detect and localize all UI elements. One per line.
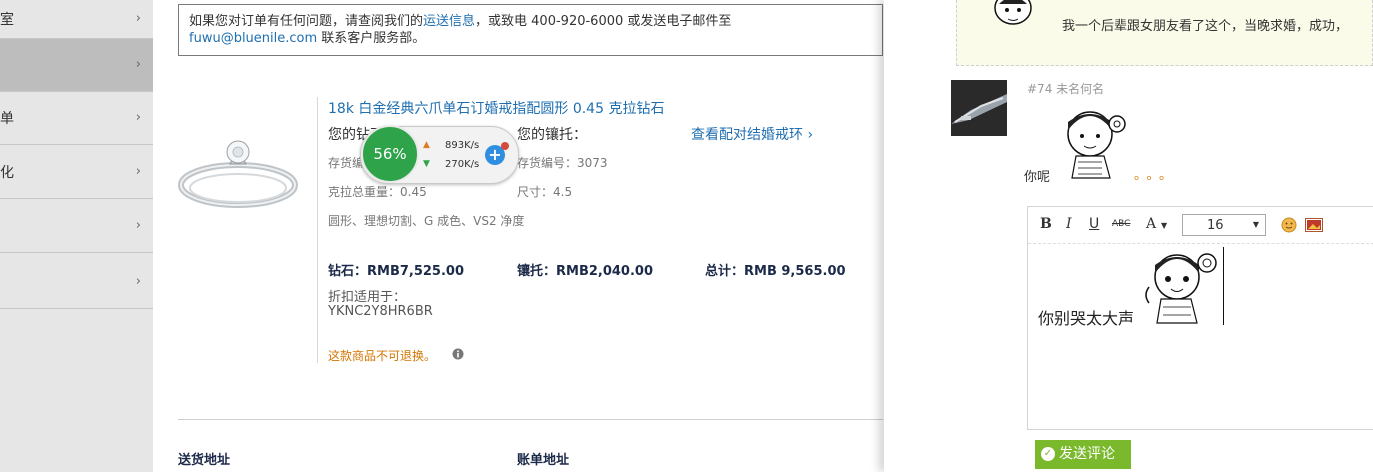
diamond-specs: 圆形、理想切割、G 成色、VS2 净度 — [328, 214, 525, 228]
underline-icon[interactable]: U — [1089, 216, 1099, 232]
chevron-right-icon: › — [135, 57, 141, 73]
section-divider — [178, 419, 883, 420]
editor-toolbar: B I U ABC A ▼ 16 ▼ — [1028, 207, 1373, 244]
sidebar-item-4[interactable]: 化 › — [0, 146, 153, 199]
font-size-value: 16 — [1207, 218, 1224, 233]
font-color-icon[interactable]: A — [1146, 216, 1156, 232]
bold-icon[interactable]: B — [1040, 216, 1052, 232]
notice-text: 联系客户服务部。 — [317, 31, 426, 46]
ring-size: 尺寸：4.5 — [517, 185, 573, 199]
sidebar-item-2[interactable]: › — [0, 39, 153, 92]
matching-band-link[interactable]: 查看配对结婚戒环 › — [691, 124, 813, 144]
editor-text: 你别哭太大声 — [1038, 309, 1135, 328]
check-icon: ✓ — [1041, 447, 1055, 461]
billing-address-heading: 账单地址 — [517, 453, 570, 468]
speed-percent: 56% — [361, 125, 419, 183]
chevron-right-icon: › — [135, 11, 141, 27]
comment-text: 你呢 — [1024, 170, 1051, 185]
sticker-image — [1145, 253, 1217, 324]
download-arrow-icon: ▼ — [423, 159, 430, 169]
help-notice: 如果您对订单有任何问题，请查阅我们的运送信息，或致电 400-920-6000 … — [178, 4, 883, 56]
image-icon[interactable] — [1305, 218, 1323, 232]
upload-speed: 893K/s — [445, 140, 480, 151]
comment-dots: 。。。 — [1134, 168, 1179, 183]
notice-text: 如果您对订单有任何问题，请查阅我们的 — [189, 14, 424, 29]
setting-price: 镶托：RMB2,040.00 — [517, 264, 654, 279]
ring-image[interactable] — [178, 130, 300, 214]
setting-stock-number: 存货编号：3073 — [517, 156, 608, 170]
info-icon[interactable] — [452, 348, 464, 360]
sidebar-item-label: 室 — [0, 12, 14, 29]
network-speed-widget[interactable]: 56% ▲ 893K/s ▼ 270K/s + — [360, 125, 519, 184]
notification-dot — [501, 142, 509, 150]
quoted-comment: 我一个后辈跟女朋友看了这个，当晚求婚，成功， — [956, 0, 1373, 66]
notice-text: ，或致电 400-920-6000 或发送电子邮件至 — [475, 14, 732, 29]
item-divider — [317, 97, 318, 363]
no-exchange-note: 这款商品不可退换。 — [328, 349, 437, 363]
sticker-image — [994, 0, 1032, 25]
sidebar-item-label: 单 — [0, 111, 14, 127]
sidebar-item-1[interactable]: 室 › — [0, 0, 153, 39]
email-link[interactable]: fuwu@bluenile.com — [189, 31, 317, 46]
sidebar-item-label: 化 — [0, 165, 14, 181]
sidebar-item-3[interactable]: 单 › — [0, 92, 153, 145]
shipping-info-link[interactable]: 运送信息 — [423, 14, 475, 29]
chevron-right-icon: › — [135, 110, 141, 126]
carat-weight: 克拉总重量：0.45 — [328, 185, 427, 199]
sticker-image — [1067, 111, 1126, 179]
send-comment-button[interactable]: ✓ 发送评论 — [1035, 440, 1131, 469]
upload-arrow-icon: ▲ — [423, 140, 430, 150]
italic-icon[interactable]: I — [1066, 216, 1072, 232]
send-label: 发送评论 — [1059, 446, 1115, 462]
sidebar: 室 › › 单 › 化 › › › — [0, 0, 153, 472]
text-cursor — [1223, 247, 1224, 325]
product-title-link[interactable]: 18k 白金经典六爪单石订婚戒指配圆形 0.45 克拉钻石 — [328, 98, 664, 118]
chevron-right-icon: › — [135, 218, 141, 234]
discount-label: 折扣适用于： — [328, 290, 407, 305]
comment-meta: #74 未名何名 — [1027, 82, 1105, 96]
sidebar-item-6[interactable]: › — [0, 256, 153, 309]
comment-editor[interactable]: B I U ABC A ▼ 16 ▼ 你别哭太大声 — [1027, 206, 1373, 430]
comment-panel: 我一个后辈跟女朋友看了这个，当晚求婚，成功， #74 未名何名 你呢 。。。 B… — [884, 0, 1373, 472]
chevron-down-icon[interactable]: ▼ — [1161, 221, 1167, 230]
chevron-down-icon: ▼ — [1252, 220, 1259, 229]
setting-heading: 您的镶托： — [517, 127, 587, 143]
strikethrough-icon[interactable]: ABC — [1112, 219, 1130, 229]
diamond-price: 钻石：RMB7,525.00 — [328, 264, 465, 279]
download-speed: 270K/s — [445, 159, 480, 170]
user-avatar[interactable] — [951, 80, 1007, 136]
sidebar-item-5[interactable]: › — [0, 200, 153, 253]
chevron-right-icon: › — [135, 274, 141, 290]
shipping-address-heading: 送货地址 — [178, 453, 231, 468]
total-price: 总计：RMB 9,565.00 — [705, 264, 846, 279]
chevron-right-icon: › — [135, 164, 141, 180]
discount-code: YKNC2Y8HR6BR — [328, 304, 433, 319]
font-size-select[interactable]: 16 ▼ — [1182, 214, 1266, 236]
quoted-text: 我一个后辈跟女朋友看了这个，当晚求婚，成功， — [1062, 19, 1349, 34]
emoji-icon[interactable] — [1281, 217, 1297, 233]
order-detail: 如果您对订单有任何问题，请查阅我们的运送信息，或致电 400-920-6000 … — [153, 0, 884, 472]
